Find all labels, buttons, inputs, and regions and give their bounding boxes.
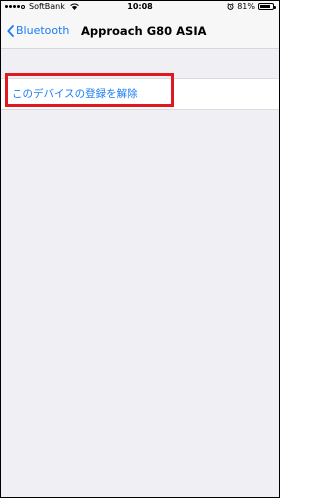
screenshot-frame: SoftBank 10:08 81% Bluetooth Approach G8… bbox=[0, 0, 280, 498]
battery-fill bbox=[260, 5, 270, 8]
navigation-bar: Bluetooth Approach G80 ASIA bbox=[1, 14, 279, 49]
status-right: 81% bbox=[227, 2, 276, 11]
unregister-device-cell[interactable]: このデバイスの登録を解除 bbox=[1, 78, 279, 110]
back-button[interactable]: Bluetooth bbox=[7, 24, 69, 37]
alarm-icon bbox=[227, 3, 234, 10]
unregister-device-label: このデバイスの登録を解除 bbox=[12, 88, 138, 100]
status-bar: SoftBank 10:08 81% bbox=[1, 1, 279, 14]
back-label: Bluetooth bbox=[16, 24, 70, 37]
battery-percent: 81% bbox=[237, 2, 255, 11]
page-title: Approach G80 ASIA bbox=[81, 24, 207, 38]
battery-icon bbox=[258, 3, 276, 10]
chevron-left-icon bbox=[7, 24, 14, 37]
